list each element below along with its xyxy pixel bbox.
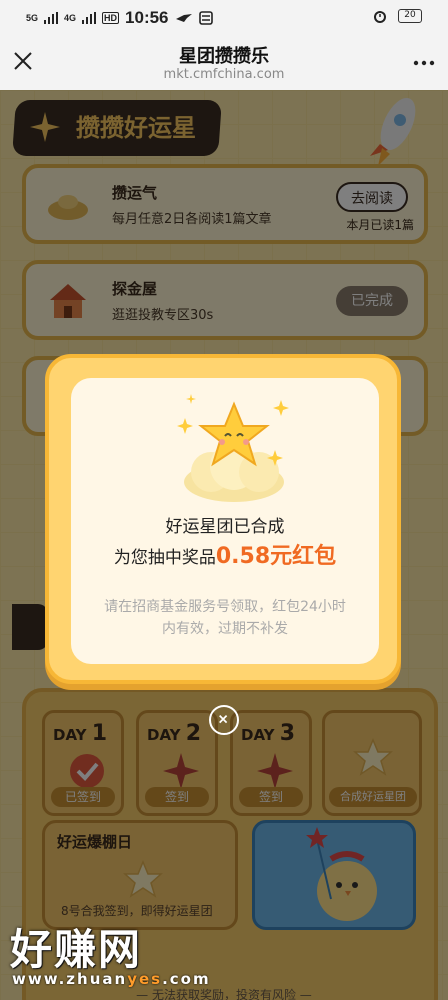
modal-line-1: 好运星团已合成: [165, 517, 285, 537]
prize-amount: 0.58元红包: [215, 544, 337, 569]
prize-modal: 好运星团已合成 为您抽中奖品0.58元红包 请在招商基金服务号领取，红包24小时…: [45, 354, 401, 684]
alarm-icon: [374, 11, 386, 23]
signal-bars-icon: [82, 12, 97, 24]
wm-url-highlight: yes: [127, 970, 163, 988]
watermark: 好赚网 www.zhuanyes.com: [6, 916, 209, 992]
modal-body: 好运星团已合成 为您抽中奖品0.58元红包 请在招商基金服务号领取，红包24小时…: [71, 378, 379, 664]
wm-url-prefix: www.zhuan: [12, 970, 128, 988]
status-bar: 5G 4G HD 10:56 20: [0, 0, 448, 34]
modal-line-2: 为您抽中奖品0.58元红包: [71, 538, 379, 570]
status-right: 20: [372, 8, 422, 24]
signal-4g: 4G: [64, 13, 77, 23]
prize-prefix: 为您抽中奖品: [113, 548, 216, 568]
clock: 10:56: [125, 8, 169, 27]
watermark-text: 好赚网: [10, 925, 143, 974]
page-title: 星团攒攒乐: [179, 46, 269, 67]
nav-bar: 星团攒攒乐 mkt.cmfchina.com: [0, 34, 448, 90]
watermark-url: www.zhuanyes.com: [12, 970, 211, 988]
modal-note: 请在招商基金服务号领取，红包24小时内有效，过期不补发: [104, 599, 346, 637]
modal-close-icon[interactable]: [209, 705, 239, 735]
star-cloud-icon: [177, 394, 289, 502]
sim-icon: [198, 11, 213, 25]
hd-badge: HD: [102, 12, 120, 24]
wm-url-suffix: .com: [162, 970, 211, 988]
signal-5g: 5G: [26, 13, 39, 23]
signal-bars-icon: [44, 12, 59, 24]
status-left: 5G 4G HD 10:56: [26, 8, 213, 28]
bird-icon: [175, 14, 192, 22]
battery-icon: 20: [398, 9, 422, 23]
page-url: mkt.cmfchina.com: [163, 67, 285, 82]
more-icon[interactable]: [412, 52, 436, 74]
